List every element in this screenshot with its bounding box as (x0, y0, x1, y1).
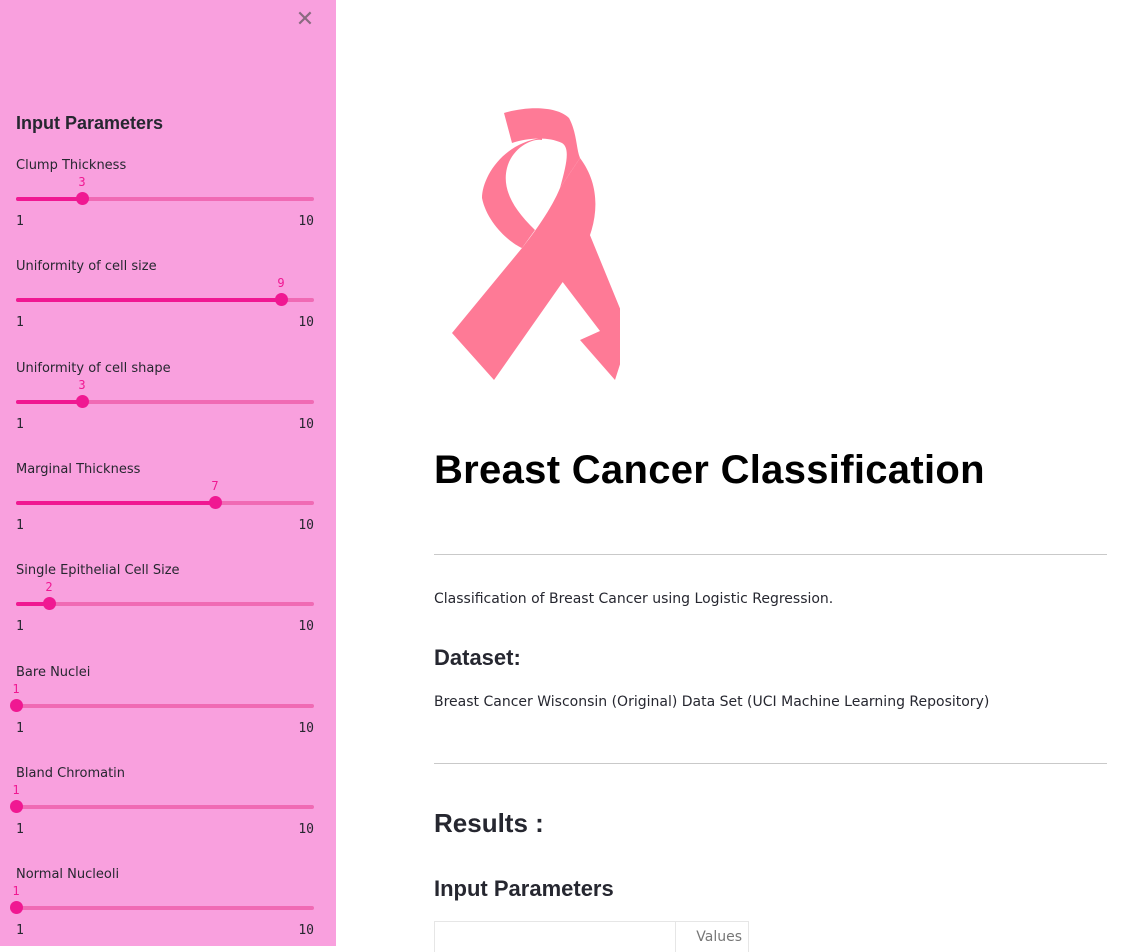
slider-track[interactable] (16, 602, 314, 606)
slider[interactable]: Uniformity of cell size 9 1 10 (0, 259, 336, 339)
slider-value: 7 (211, 479, 219, 493)
slider-label: Bland Chromatin (16, 766, 126, 781)
main-content: Breast Cancer Classification Classificat… (336, 0, 1124, 952)
slider-min: 1 (16, 721, 24, 736)
dataset-text: Breast Cancer Wisconsin (Original) Data … (434, 694, 990, 710)
slider[interactable]: Clump Thickness 3 1 10 (0, 158, 336, 238)
slider-track[interactable] (16, 704, 314, 708)
slider-value: 1 (12, 884, 20, 898)
slider-max: 10 (298, 721, 314, 736)
slider-max: 10 (298, 923, 314, 938)
slider-track[interactable] (16, 906, 314, 910)
slider-track[interactable] (16, 298, 314, 302)
slider-label: Single Epithelial Cell Size (16, 563, 180, 578)
slider-min: 1 (16, 214, 24, 229)
input-parameters-table: Values (434, 921, 749, 952)
slider-min: 1 (16, 822, 24, 837)
slider-value: 3 (78, 175, 86, 189)
slider-min: 1 (16, 417, 24, 432)
slider[interactable]: Bland Chromatin 1 1 10 (0, 766, 336, 846)
sidebar-heading: Input Parameters (16, 113, 164, 133)
slider-fill (16, 197, 82, 201)
slider-track[interactable] (16, 501, 314, 505)
slider-min: 1 (16, 315, 24, 330)
slider-value: 3 (78, 378, 86, 392)
slider-max: 10 (298, 315, 314, 330)
slider-thumb[interactable] (10, 901, 23, 914)
slider-thumb[interactable] (76, 192, 89, 205)
slider-fill (16, 298, 281, 302)
input-parameters-heading: Input Parameters (434, 876, 614, 901)
slider-value: 1 (12, 682, 20, 696)
slider-min: 1 (16, 923, 24, 938)
slider-track[interactable] (16, 400, 314, 404)
dataset-heading: Dataset: (434, 645, 521, 670)
slider-label: Uniformity of cell size (16, 259, 157, 274)
slider-thumb[interactable] (10, 699, 23, 712)
slider-max: 10 (298, 822, 314, 837)
table-header-values: Values (696, 929, 742, 945)
slider-max: 10 (298, 214, 314, 229)
slider-value: 9 (277, 276, 285, 290)
sidebar: ✕ Input Parameters Clump Thickness 3 1 10 Un… (0, 0, 336, 946)
slider-label: Uniformity of cell shape (16, 361, 171, 376)
results-heading: Results : (434, 808, 544, 838)
close-icon[interactable]: ✕ (295, 8, 315, 32)
pink-ribbon-icon (452, 108, 620, 380)
slider-label: Marginal Thickness (16, 462, 141, 477)
slider-thumb[interactable] (43, 597, 56, 610)
slider-max: 10 (298, 417, 314, 432)
slider[interactable]: Bare Nuclei 1 1 10 (0, 665, 336, 745)
slider-value: 2 (45, 580, 53, 594)
slider-track[interactable] (16, 805, 314, 809)
table-header-index (435, 922, 676, 952)
page-title: Breast Cancer Classification (434, 448, 985, 492)
description-text: Classification of Breast Cancer using Lo… (434, 591, 834, 607)
slider-min: 1 (16, 518, 24, 533)
slider-max: 10 (298, 619, 314, 634)
slider-thumb[interactable] (76, 395, 89, 408)
slider-value: 1 (12, 783, 20, 797)
slider[interactable]: Single Epithelial Cell Size 2 1 10 (0, 563, 336, 643)
slider-thumb[interactable] (10, 800, 23, 813)
divider (434, 554, 1107, 555)
slider-track[interactable] (16, 197, 314, 201)
slider-thumb[interactable] (209, 496, 222, 509)
slider-thumb[interactable] (275, 293, 288, 306)
slider-min: 1 (16, 619, 24, 634)
slider-label: Clump Thickness (16, 158, 127, 173)
slider-label: Bare Nuclei (16, 665, 91, 680)
slider-label: Normal Nucleoli (16, 867, 120, 882)
slider-max: 10 (298, 518, 314, 533)
slider[interactable]: Normal Nucleoli 1 1 10 (0, 867, 336, 946)
slider[interactable]: Uniformity of cell shape 3 1 10 (0, 361, 336, 441)
divider (434, 763, 1107, 764)
slider-fill (16, 400, 82, 404)
slider-fill (16, 501, 215, 505)
slider[interactable]: Marginal Thickness 7 1 10 (0, 462, 336, 542)
